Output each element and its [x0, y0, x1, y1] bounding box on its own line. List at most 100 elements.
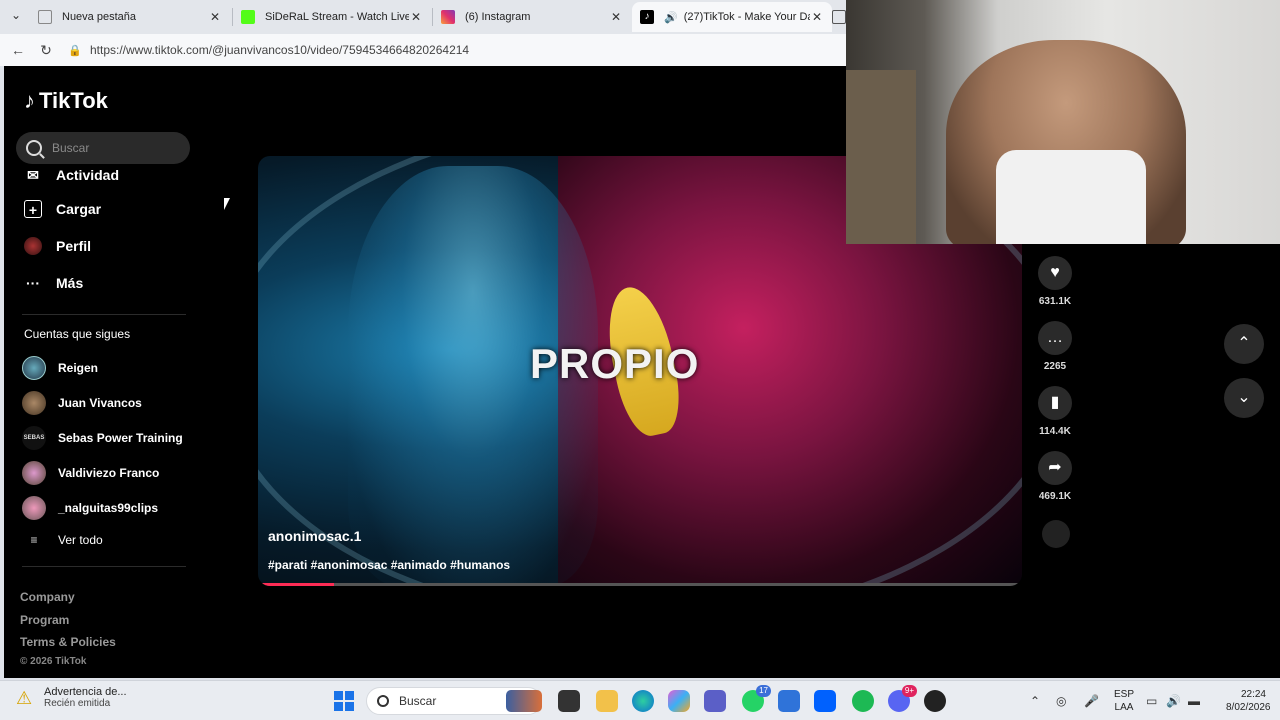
tiktok-logo[interactable]: ♪ TikTok	[24, 88, 108, 114]
see-all-link[interactable]: ≡ Ver todo	[22, 533, 102, 547]
microphone-icon[interactable]: 🎤	[1084, 694, 1099, 708]
search-box[interactable]	[16, 132, 190, 164]
share-arrow-icon[interactable]: ➦	[1038, 451, 1072, 485]
profile-avatar	[24, 237, 42, 255]
tab-overflow[interactable]	[832, 2, 846, 32]
menu-label: Perfil	[56, 238, 92, 254]
copilot-icon[interactable]	[668, 690, 690, 712]
music-disc-icon[interactable]	[1042, 520, 1070, 548]
monitor-icon[interactable]: ▭	[1146, 694, 1157, 708]
menu-more[interactable]: ··· Más	[24, 274, 83, 292]
url-field[interactable]: 🔒 https://www.tiktok.com/@juanvivancos10…	[68, 40, 828, 60]
menu-activity[interactable]: ✉ Actividad	[24, 166, 119, 184]
activity-icon: ✉	[27, 167, 39, 183]
close-tab-icon[interactable]: ✕	[810, 10, 824, 24]
footer-company[interactable]: Company	[20, 590, 75, 604]
save-count: 114.4K	[1039, 426, 1071, 437]
search-input[interactable]	[52, 141, 172, 155]
video-hashtags[interactable]: #parati #anonimosac #animado #humanos	[268, 558, 510, 572]
menu-profile[interactable]: Perfil	[24, 237, 91, 255]
list-icon: ≡	[30, 533, 38, 547]
tab-title: (6) Instagram	[465, 11, 531, 23]
file-explorer-icon[interactable]	[596, 690, 618, 712]
following-item[interactable]: Reigen	[22, 356, 98, 380]
tab-sideral-stream[interactable]: SiDeRaL Stream - Watch Live on Ki ✕	[233, 2, 431, 32]
next-video-chevron-down-icon[interactable]: ⌄	[1224, 378, 1264, 418]
volume-icon[interactable]: 🔊	[1166, 694, 1181, 708]
terminal-icon[interactable]	[558, 690, 580, 712]
back-arrow-icon[interactable]: ←	[8, 41, 28, 59]
url-text: https://www.tiktok.com/@juanvivancos10/v…	[90, 43, 470, 57]
search-highlight-icon[interactable]	[506, 690, 542, 712]
webcam-shirt	[996, 150, 1146, 244]
search-icon[interactable]	[26, 140, 42, 156]
sidebar-divider	[22, 566, 186, 567]
discord-icon[interactable]: 9+	[888, 685, 917, 712]
tiktok-note-icon: ♪	[24, 88, 35, 113]
page-icon	[38, 10, 52, 24]
following-item[interactable]: Juan Vivancos	[22, 391, 142, 415]
bookmark-icon[interactable]: ▮	[1038, 386, 1072, 420]
reload-icon[interactable]: ↻	[36, 41, 56, 59]
network-icon[interactable]: ◎	[1056, 694, 1066, 708]
tab-new-tab[interactable]: Nueva pestaña ✕	[30, 2, 230, 32]
language-layout: LAA	[1114, 702, 1134, 713]
heart-icon[interactable]: ♥	[1038, 256, 1072, 290]
whatsapp-icon[interactable]: 17	[742, 685, 771, 712]
logo-text: TikTok	[39, 88, 108, 113]
close-tab-icon[interactable]: ✕	[409, 10, 423, 24]
webcam-overlay	[846, 0, 1280, 244]
windows-start-icon[interactable]	[334, 691, 354, 711]
lock-icon[interactable]: 🔒	[68, 44, 82, 57]
mouse-cursor-icon	[224, 198, 230, 210]
clock[interactable]: 22:24 8/02/2026	[1226, 688, 1271, 714]
speaker-icon[interactable]: 🔊	[664, 11, 678, 24]
app-icon[interactable]	[924, 690, 946, 712]
save-action[interactable]: ▮ 114.4K	[1038, 386, 1072, 437]
comment-count: 2265	[1043, 361, 1067, 372]
following-item[interactable]: Valdiviezo Franco	[22, 461, 159, 485]
windows-taskbar: ⚠ Advertencia de... Recién emitida Busca…	[0, 680, 1280, 720]
address-bar: ← ↻ 🔒 https://www.tiktok.com/@juanvivanc…	[0, 34, 846, 66]
edge-browser-icon[interactable]	[632, 690, 654, 712]
comment-icon[interactable]: …	[1038, 321, 1072, 355]
close-tab-icon[interactable]: ✕	[609, 10, 623, 24]
tab-list-chevron-icon[interactable]: ⌄	[6, 8, 26, 26]
following-title: Cuentas que sigues	[24, 327, 131, 341]
like-action[interactable]: ♥ 631.1K	[1038, 256, 1072, 307]
notification-subtitle: Recién emitida	[44, 698, 111, 709]
previous-video-chevron-up-icon[interactable]: ⌃	[1224, 324, 1264, 364]
discord-badge: 9+	[901, 685, 917, 697]
notification-widget[interactable]: ⚠ Advertencia de... Recién emitida	[16, 686, 127, 709]
plus-square-icon: +	[24, 200, 42, 218]
teams-icon[interactable]	[704, 690, 726, 712]
footer-program[interactable]: Program	[20, 613, 69, 627]
store-icon[interactable]	[778, 690, 800, 712]
close-tab-icon[interactable]: ✕	[208, 10, 222, 24]
following-item[interactable]: _nalguitas99clips	[22, 496, 158, 520]
tab-title: (27)TikTok - Make Your Day	[683, 11, 810, 23]
language-indicator[interactable]: ESP LAA	[1114, 688, 1134, 714]
video-progress-bar[interactable]	[258, 583, 1022, 586]
avatar	[22, 496, 46, 520]
footer-terms[interactable]: Terms & Policies	[20, 635, 116, 649]
clock-date: 8/02/2026	[1226, 702, 1271, 713]
menu-upload[interactable]: + Cargar	[24, 200, 101, 218]
chevron-up-icon[interactable]: ⌃	[1030, 694, 1040, 708]
menu-label: Más	[56, 275, 84, 291]
tab-instagram[interactable]: (6) Instagram ✕	[433, 2, 631, 32]
language-code: ESP	[1114, 689, 1135, 700]
footer-copyright: © 2026 TikTok	[20, 656, 87, 667]
spotify-icon[interactable]	[852, 690, 874, 712]
video-author[interactable]: anonimosac.1	[268, 528, 361, 544]
kick-icon	[241, 10, 255, 24]
warning-icon: ⚠	[16, 687, 33, 708]
following-item[interactable]: SEBAS Sebas Power Training	[22, 426, 183, 450]
share-action[interactable]: ➦ 469.1K	[1038, 451, 1072, 502]
tab-title: SiDeRaL Stream - Watch Live on Ki	[265, 11, 409, 23]
like-count: 631.1K	[1038, 296, 1072, 307]
dropbox-icon[interactable]	[814, 690, 836, 712]
tab-tiktok[interactable]: ♪ 🔊 (27)TikTok - Make Your Day ✕	[632, 2, 832, 32]
battery-icon[interactable]: ▬	[1188, 694, 1200, 708]
comment-action[interactable]: … 2265	[1038, 321, 1072, 372]
